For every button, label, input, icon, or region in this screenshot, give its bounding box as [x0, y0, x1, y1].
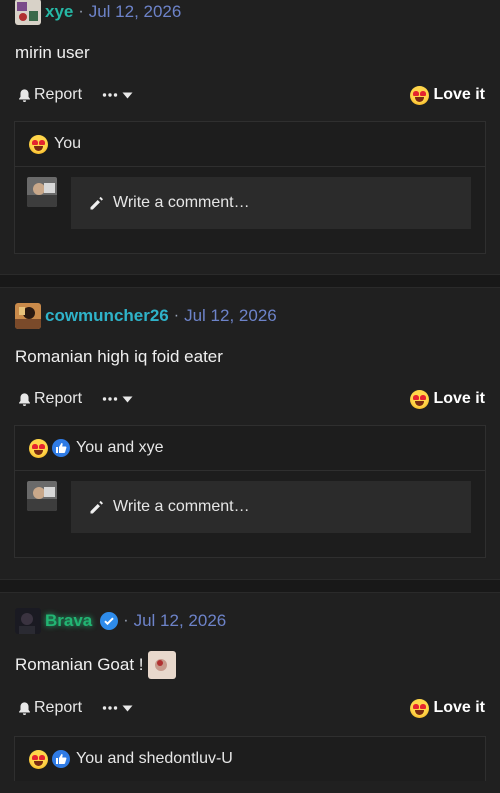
reactions-summary[interactable]: You and shedontluv-U	[15, 737, 485, 781]
post-header: cowmuncher26 · Jul 12, 2026	[0, 288, 500, 329]
username-link[interactable]: xye	[45, 2, 73, 22]
reactions-text: You and xye	[76, 439, 164, 456]
post-text: Romanian Goat !	[0, 637, 500, 693]
reactions-summary[interactable]: You	[15, 122, 485, 167]
post-text: mirin user	[0, 26, 500, 80]
verified-check-icon	[100, 612, 119, 630]
bell-icon	[19, 701, 30, 715]
post-date[interactable]: Jul 12, 2026	[89, 2, 182, 22]
star-struck-emoji-icon	[29, 749, 48, 769]
post-text: Romanian high iq foid eater	[0, 330, 500, 384]
comments-box: You and shedontluv-U	[14, 736, 486, 781]
reactions-text: You and shedontluv-U	[76, 750, 233, 767]
current-user-avatar	[27, 177, 57, 207]
love-it-label: Love it	[433, 86, 485, 103]
post-date[interactable]: Jul 12, 2026	[134, 611, 227, 631]
post: Brava · Jul 12, 2026 Romanian Goat ! Rep…	[0, 593, 500, 793]
comment-composer: Write a comment…	[15, 167, 485, 253]
comment-placeholder: Write a comment…	[113, 498, 250, 515]
comments-box: You Write a comment…	[14, 121, 486, 254]
chevron-down-icon	[122, 705, 133, 711]
ellipsis-icon	[102, 93, 118, 97]
chevron-down-icon	[122, 92, 133, 98]
pencil-icon	[90, 196, 103, 210]
post-date[interactable]: Jul 12, 2026	[184, 306, 277, 326]
report-button[interactable]: Report	[17, 86, 82, 104]
post-actions: Report Love it	[0, 693, 500, 723]
post-separator	[0, 579, 500, 593]
love-it-label: Love it	[433, 699, 485, 716]
user-avatar[interactable]	[15, 303, 41, 329]
user-avatar[interactable]	[15, 0, 41, 25]
love-it-button[interactable]: Love it	[410, 85, 485, 105]
post-actions: Report Love it	[0, 80, 500, 110]
separator: ·	[173, 307, 180, 324]
love-it-button[interactable]: Love it	[410, 698, 485, 718]
report-label: Report	[34, 390, 83, 407]
love-it-label: Love it	[433, 390, 485, 407]
post-header: Brava · Jul 12, 2026	[0, 593, 500, 634]
comment-placeholder: Write a comment…	[113, 194, 250, 211]
report-button[interactable]: Report	[17, 390, 82, 408]
report-label: Report	[34, 699, 83, 716]
separator: ·	[123, 612, 129, 629]
username-link[interactable]: Brava	[45, 611, 92, 631]
user-avatar[interactable]	[15, 608, 41, 634]
star-struck-emoji-icon	[410, 389, 430, 409]
bell-icon	[19, 88, 30, 102]
star-struck-emoji-icon	[410, 698, 430, 718]
report-label: Report	[34, 86, 83, 103]
comment-input[interactable]: Write a comment…	[71, 177, 471, 229]
ellipsis-icon	[102, 397, 118, 401]
comment-input[interactable]: Write a comment…	[71, 481, 471, 533]
comment-composer: Write a comment…	[15, 471, 485, 557]
star-struck-emoji-icon	[29, 438, 48, 458]
star-struck-emoji-icon	[29, 134, 48, 154]
post: xye · Jul 12, 2026 mirin user Report Lov…	[0, 0, 500, 274]
bell-icon	[19, 392, 30, 406]
comments-box: You and xye Write a comment…	[14, 425, 486, 558]
reactions-text: You	[54, 135, 81, 152]
current-user-avatar	[27, 481, 57, 511]
star-struck-emoji-icon	[410, 85, 430, 105]
more-options-button[interactable]	[102, 92, 133, 99]
more-options-button[interactable]	[102, 396, 133, 403]
username-link[interactable]: cowmuncher26	[45, 306, 169, 326]
reactions-summary[interactable]: You and xye	[15, 426, 485, 471]
post-text-content: Romanian Goat !	[15, 655, 144, 674]
report-button[interactable]: Report	[17, 699, 82, 717]
post-header: xye · Jul 12, 2026	[0, 0, 500, 25]
ellipsis-icon	[102, 706, 118, 710]
post-text-content: Romanian high iq foid eater	[15, 347, 223, 366]
post-text-content: mirin user	[15, 43, 90, 62]
chevron-down-icon	[122, 396, 133, 402]
thumbs-up-icon	[52, 439, 70, 457]
love-it-button[interactable]: Love it	[410, 389, 485, 409]
separator: ·	[78, 3, 84, 20]
more-options-button[interactable]	[102, 705, 133, 712]
goat-image-emoji	[147, 651, 176, 679]
pencil-icon	[90, 500, 103, 514]
post-actions: Report Love it	[0, 384, 500, 414]
post-separator	[0, 274, 500, 288]
post: cowmuncher26 · Jul 12, 2026 Romanian hig…	[0, 288, 500, 579]
thumbs-up-icon	[52, 750, 70, 768]
